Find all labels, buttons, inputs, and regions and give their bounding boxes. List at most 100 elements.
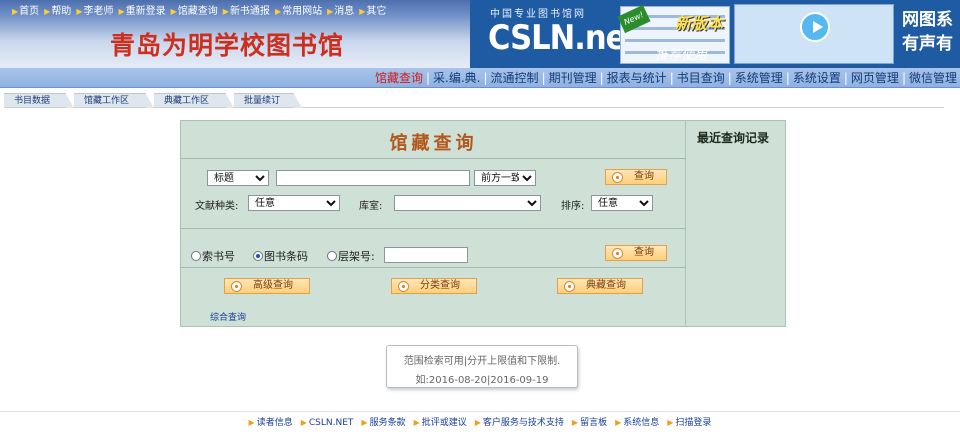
search-icon [398,281,409,292]
radio-button[interactable] [327,251,337,261]
arrow-icon: ▶ [413,418,420,427]
ad-right-line1: 网图系 [902,10,953,30]
search-form: 馆藏查询 标题 前方一致 查询 文献种类: 任意 库室: 排序: 任意 索书号 [181,121,686,326]
top-nav-item[interactable]: ▶李老师 [76,6,113,17]
field-select[interactable]: 标题 [207,170,269,186]
top-nav-item[interactable]: ▶其它 [359,6,386,17]
sort-select[interactable]: 任意 [591,195,653,211]
ad-recommend: 推荐使用 [655,48,708,63]
hint-line-1: 范围检索可用|分开上限值和下限制. [403,356,561,367]
ad-banner[interactable]: 中国专业图书馆网 CSLN.net New! 新版本 推荐使用 网图系 有声有 [470,0,960,68]
ad-right-line2: 有声有 [902,34,953,54]
top-nav-item[interactable]: ▶重新登录 [118,6,165,17]
search-icon [564,281,575,292]
main-nav-item[interactable]: 书目查询 [674,68,728,87]
main-nav-item[interactable]: 网页管理 [848,68,902,87]
library-name: 青岛为明学校图书馆 [110,31,345,60]
ad-right-text: 网图系 有声有 [902,8,953,56]
footer-link[interactable]: ▶ 扫描登录 [667,412,711,434]
arrow-icon: ▶ [615,418,622,427]
arrow-icon: ▶ [667,418,674,427]
footer-link[interactable]: ▶ 客户服务与技术支持 [475,412,564,434]
main-nav-item[interactable]: 微信管理 [906,68,960,87]
query-button-2[interactable]: 查询 [605,245,667,261]
ad-brand: CSLN.net [488,18,640,58]
arrow-icon: ▶ [118,7,125,16]
tab-bibliographic-data[interactable]: 书目数据 [4,93,74,108]
location-select[interactable] [394,195,541,211]
search-icon [612,248,623,259]
arrow-icon: ▶ [571,418,579,427]
page-title: 馆藏查询 [389,133,478,154]
range-hint-tooltip: 范围检索可用|分开上限值和下限制. 如:2016-08-20|2016-09-1… [386,345,578,388]
ad-new-version: 新版本 [675,14,724,33]
radio-shelf-number[interactable]: 层架号: [327,248,375,264]
tab-collection-workspace[interactable]: 馆藏工作区 [74,93,154,108]
arrow-icon: ▶ [12,7,19,16]
hint-line-2: 如:2016-08-20|2016-09-19 [415,375,549,386]
divider [181,267,686,268]
top-nav-item[interactable]: ▶消息 [327,6,354,17]
radio-button[interactable] [191,251,201,261]
tab-holdings-workspace[interactable]: 典藏工作区 [154,93,234,108]
main-nav-item[interactable]: 报表与统计 [604,68,670,87]
divider [181,228,686,229]
top-nav-item[interactable]: ▶帮助 [44,6,71,17]
top-nav-item[interactable]: ▶首页 [12,6,39,17]
sort-label: 排序: [561,201,585,212]
footer-link[interactable]: ▶ 留言板 [572,412,607,434]
footer-link[interactable]: ▶ 系统信息 [615,412,659,434]
top-nav: ▶首页 ▶帮助 ▶李老师 ▶重新登录 ▶馆藏查询 ▶新书通报 ▶常用网站 ▶消息 ▶其它 [12,2,391,17]
footer-link[interactable]: ▶ CSLN.NET [301,412,354,434]
doc-type-select[interactable]: 任意 [248,195,340,211]
main-nav-item[interactable]: 馆藏查询 [372,68,426,87]
location-label: 库室: [359,201,383,212]
footer-links: ▶ 读者信息 ▶ CSLN.NET ▶ 服务条款 ▶ 批评或建议 ▶ 客户服务与技术支持 ▶ 留言板 ▶… [0,411,960,433]
arrow-icon: ▶ [274,7,282,16]
arrow-icon: ▶ [327,7,334,16]
main-nav-item[interactable]: 流通控制 [488,68,542,87]
main-nav-item[interactable]: 系统管理 [732,68,786,87]
play-icon[interactable] [800,12,830,42]
doc-type-label: 文献种类: [195,201,239,212]
match-mode-select[interactable]: 前方一致 [474,170,536,186]
radio-barcode[interactable]: 图书条码 [253,248,308,264]
search-icon [231,281,242,292]
footer-link[interactable]: ▶ 读者信息 [249,412,293,434]
top-nav-item[interactable]: ▶馆藏查询 [171,6,218,17]
header-left-banner: ▶首页 ▶帮助 ▶李老师 ▶重新登录 ▶馆藏查询 ▶新书通报 ▶常用网站 ▶消息 ▶其它 青岛为… [0,0,470,68]
radio-button-checked[interactable] [253,251,263,261]
arrow-icon: ▶ [44,7,51,16]
search-panel: 馆藏查询 标题 前方一致 查询 文献种类: 任意 库室: 排序: 任意 索书号 [180,120,786,327]
arrow-icon: ▶ [359,7,366,16]
top-nav-item[interactable]: ▶新书通报 [223,6,270,17]
query-button[interactable]: 查询 [605,169,667,185]
arrow-icon: ▶ [474,418,481,427]
divider [181,158,686,159]
arrow-icon: ▶ [248,418,255,427]
arrow-icon: ▶ [300,418,307,427]
combined-search-link[interactable]: 综合查询 [210,310,246,323]
footer-link[interactable]: ▶ 批评或建议 [414,412,467,434]
arrow-icon: ▶ [76,7,83,16]
arrow-icon: ▶ [361,418,368,427]
arrow-icon: ▶ [222,7,229,16]
sub-tabs: 书目数据 馆藏工作区 典藏工作区 批量续订 [4,93,944,108]
keyword-input[interactable] [276,170,470,186]
top-nav-item[interactable]: ▶常用网站 [275,6,322,17]
main-nav-item[interactable]: 期刊管理 [546,68,600,87]
search-icon [612,172,623,183]
shelf-number-input[interactable] [384,247,468,263]
arrow-icon: ▶ [170,7,177,16]
category-search-button[interactable]: 分类查询 [391,278,477,294]
header-banner: ▶首页 ▶帮助 ▶李老师 ▶重新登录 ▶馆藏查询 ▶新书通报 ▶常用网站 ▶消息 ▶其它 青岛为… [0,0,960,68]
collection-search-button[interactable]: 典藏查询 [557,278,643,294]
footer-link[interactable]: ▶ 服务条款 [361,412,405,434]
main-nav-item[interactable]: 采.编.典. [430,68,483,87]
radio-call-number[interactable]: 索书号 [191,248,235,264]
main-nav-item[interactable]: 系统设置 [790,68,844,87]
recent-queries-title: 最近查询记录 [697,131,770,145]
main-nav: 馆藏查询 | 采.编.典. | 流通控制 | 期刊管理 | 报表与统计 | 书目查询 | 系统管理 | 系统… [0,68,960,88]
tab-batch-renewal[interactable]: 批量续订 [234,93,302,108]
advanced-search-button[interactable]: 高级查询 [224,278,310,294]
